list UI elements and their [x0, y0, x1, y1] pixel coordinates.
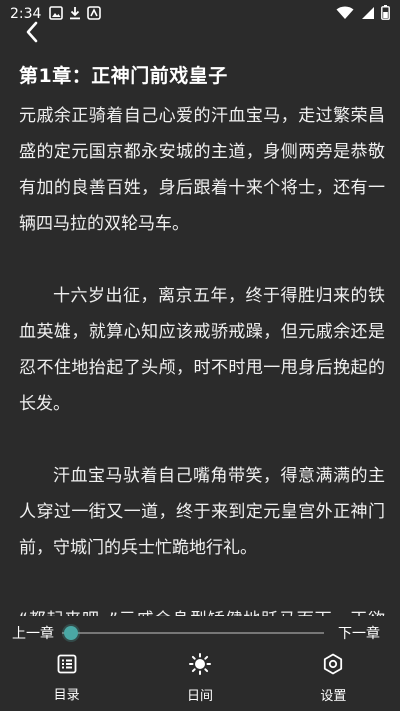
catalog-icon: [57, 654, 77, 678]
settings-label: 设置: [320, 688, 347, 704]
gear-icon: [322, 653, 344, 679]
chapter-progress-slider[interactable]: [62, 623, 324, 643]
chapter-paragraph: “都起来吧。”元戚余身型矫健地跃马而下，正欲昂首挺胸地走进城门去，却眼神一瞥，嘴…: [19, 602, 385, 616]
chapter-paragraph: 十六岁出征，离京五年，终于得胜归来的铁血英雄，就算心知应该戒骄戒躁，但元戚余还是…: [19, 286, 385, 414]
chapter-progress-row: 上一章 下一章: [0, 618, 400, 648]
chapter-content[interactable]: 第1章：正神门前戏皇子 元戚余正骑着自己心爱的汗血宝马，走过繁荣昌盛的定元国京都…: [19, 60, 385, 616]
catalog-button[interactable]: 目录: [0, 650, 133, 706]
chapter-paragraph: 元戚余正骑着自己心爱的汗血宝马，走过繁荣昌盛的定元国京都永安城的主道，身侧两旁是…: [19, 106, 385, 234]
bottom-nav: 目录 日间 设置: [0, 650, 400, 706]
prev-chapter-button[interactable]: 上一章: [12, 623, 56, 643]
sun-icon: [188, 652, 211, 679]
chapter-title: 第1章：正神门前戏皇子: [19, 65, 228, 87]
day-mode-button[interactable]: 日间: [133, 650, 266, 706]
day-mode-label: 日间: [186, 688, 213, 704]
chevron-left-icon: [25, 21, 39, 47]
catalog-label: 目录: [53, 687, 80, 703]
settings-button[interactable]: 设置: [267, 650, 400, 706]
next-chapter-button[interactable]: 下一章: [338, 623, 380, 643]
slider-thumb[interactable]: [64, 626, 79, 640]
reader-top-bar: [0, 16, 400, 52]
slider-track: [62, 632, 324, 634]
back-button[interactable]: [12, 16, 52, 52]
chapter-paragraph: 汗血宝马驮着自己嘴角带笑，得意满满的主人穿过一街又一道，终于来到定元皇宫外正神门…: [19, 466, 385, 558]
